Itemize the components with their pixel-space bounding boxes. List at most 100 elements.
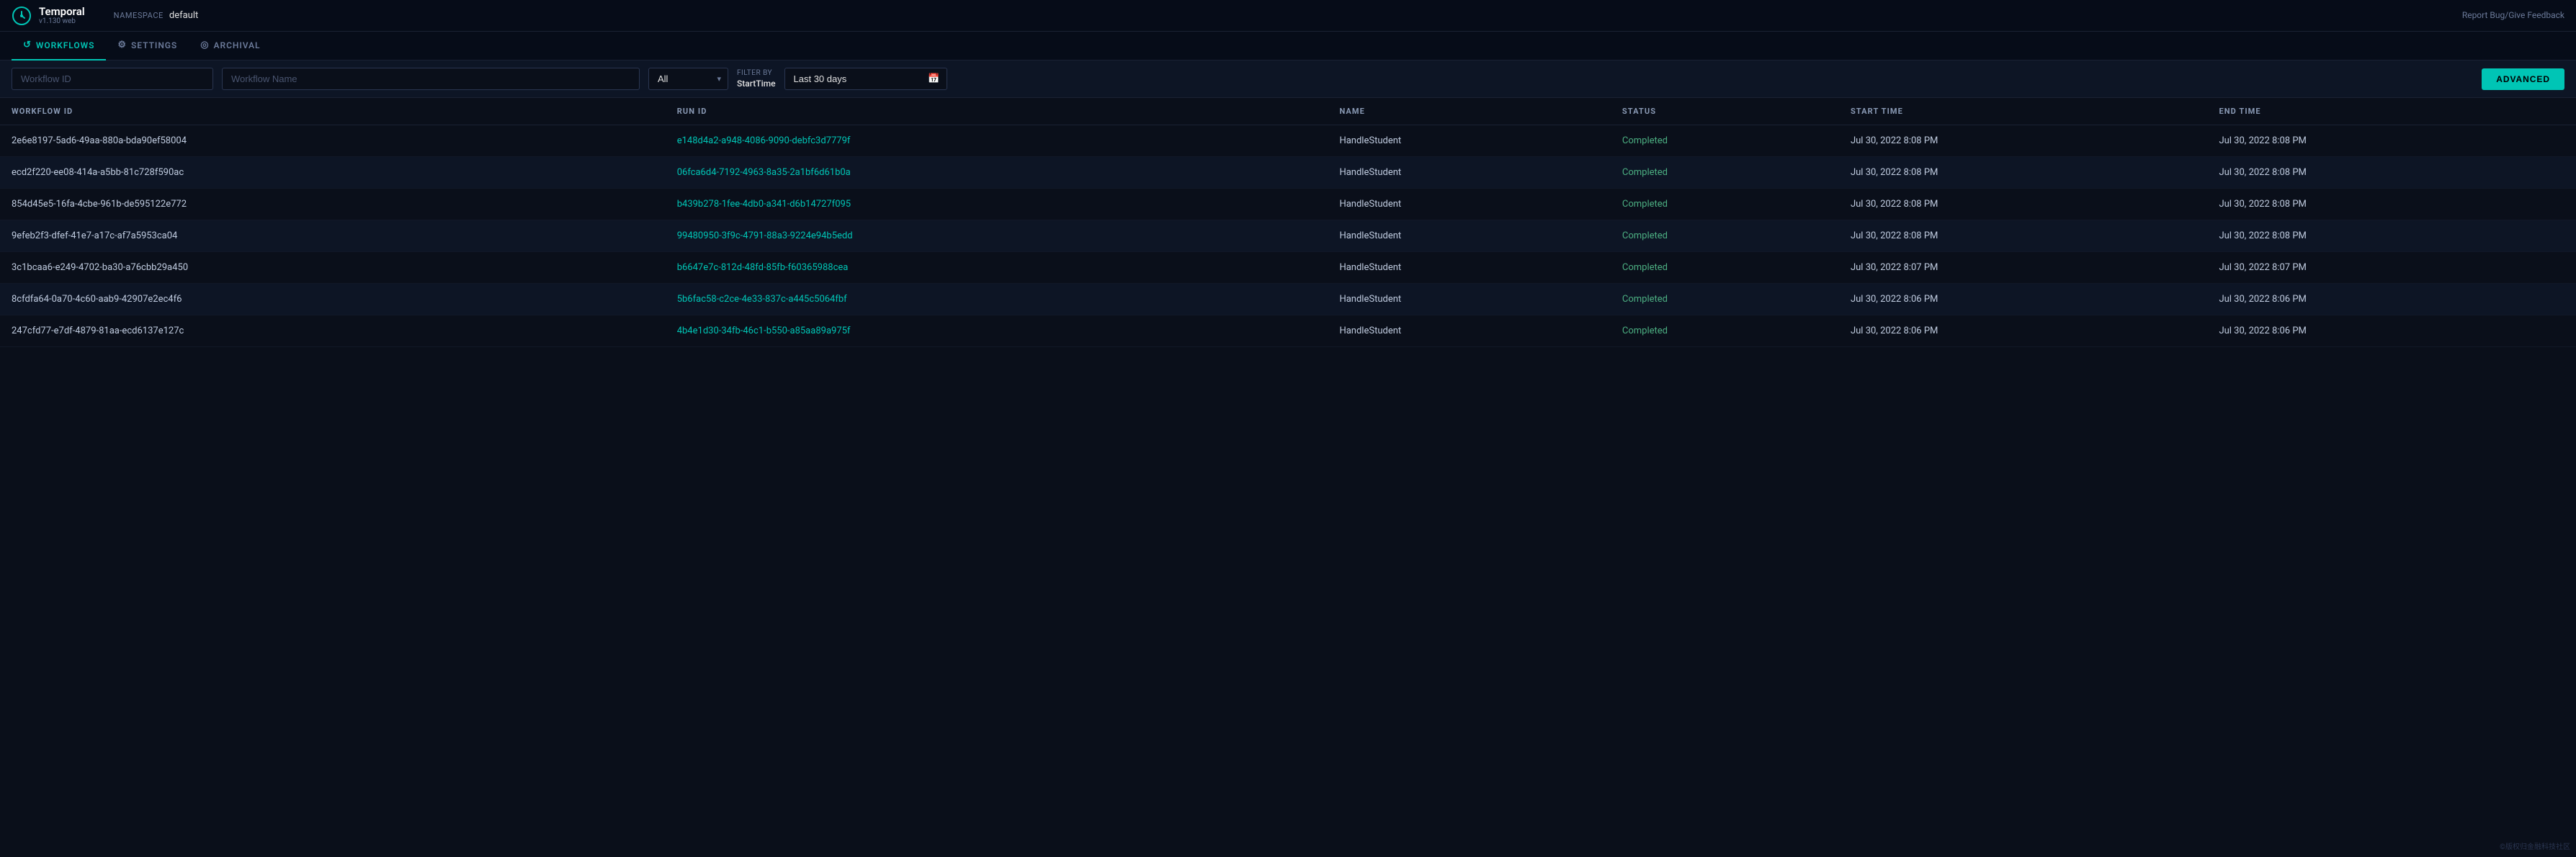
cell-end-time: Jul 30, 2022 8:08 PM: [2207, 157, 2576, 189]
cell-status: Completed: [1611, 125, 1839, 157]
col-header-end-time: END TIME: [2207, 98, 2576, 125]
cell-start-time: Jul 30, 2022 8:06 PM: [1839, 284, 2207, 315]
cell-name: HandleStudent: [1328, 125, 1610, 157]
table-header: WORKFLOW ID RUN ID NAME STATUS START TIM…: [0, 98, 2576, 125]
cell-status: Completed: [1611, 220, 1839, 252]
cell-start-time: Jul 30, 2022 8:08 PM: [1839, 220, 2207, 252]
nav-item-settings[interactable]: ⚙ SETTINGS: [106, 32, 189, 60]
cell-run-id: 06fca6d4-7192-4963-8a35-2a1bf6d61b0a: [666, 157, 1328, 189]
table-row[interactable]: 854d45e5-16fa-4cbe-961b-de595122e772 b439…: [0, 189, 2576, 220]
cell-workflow-id: 9efeb2f3-dfef-41e7-a17c-af7a5953ca04: [0, 220, 666, 252]
run-id-link[interactable]: b439b278-1fee-4db0-a341-d6b14727f095: [677, 199, 851, 210]
cell-run-id: e148d4a2-a948-4086-9090-debfc3d7779f: [666, 125, 1328, 157]
date-range-wrapper: 📅: [784, 68, 947, 90]
cell-workflow-id: 3c1bcaa6-e249-4702-ba30-a76cbb29a450: [0, 252, 666, 284]
cell-status: Completed: [1611, 252, 1839, 284]
cell-start-time: Jul 30, 2022 8:08 PM: [1839, 125, 2207, 157]
cell-start-time: Jul 30, 2022 8:06 PM: [1839, 315, 2207, 347]
cell-start-time: Jul 30, 2022 8:07 PM: [1839, 252, 2207, 284]
table-row[interactable]: 2e6e8197-5ad6-49aa-880a-bda90ef58004 e148…: [0, 125, 2576, 157]
cell-run-id: b6647e7c-812d-48fd-85fb-f60365988cea: [666, 252, 1328, 284]
status-select[interactable]: All Running Completed Failed Cancelled T…: [648, 68, 728, 90]
nav-item-archival[interactable]: ◎ ARCHIVAL: [189, 32, 272, 60]
run-id-link[interactable]: 06fca6d4-7192-4963-8a35-2a1bf6d61b0a: [677, 167, 851, 178]
cell-run-id: 99480950-3f9c-4791-88a3-9224e94b5edd: [666, 220, 1328, 252]
nav-label-archival: ARCHIVAL: [214, 40, 261, 50]
cell-end-time: Jul 30, 2022 8:06 PM: [2207, 315, 2576, 347]
cell-end-time: Jul 30, 2022 8:08 PM: [2207, 220, 2576, 252]
cell-status: Completed: [1611, 315, 1839, 347]
run-id-link[interactable]: 99480950-3f9c-4791-88a3-9224e94b5edd: [677, 230, 853, 241]
cell-workflow-id: 2e6e8197-5ad6-49aa-880a-bda90ef58004: [0, 125, 666, 157]
cell-name: HandleStudent: [1328, 220, 1610, 252]
top-nav: Temporal v1.130 web NAMESPACE default Re…: [0, 0, 2576, 32]
logo-area: Temporal v1.130 web: [12, 6, 85, 26]
cell-name: HandleStudent: [1328, 284, 1610, 315]
settings-icon: ⚙: [117, 40, 127, 50]
table-row[interactable]: 8cfdfa64-0a70-4c60-aab9-42907e2ec4f6 5b6f…: [0, 284, 2576, 315]
nav-label-workflows: WORKFLOWS: [36, 40, 95, 50]
secondary-nav: ↺ WORKFLOWS ⚙ SETTINGS ◎ ARCHIVAL: [0, 32, 2576, 60]
table-header-row: WORKFLOW ID RUN ID NAME STATUS START TIM…: [0, 98, 2576, 125]
col-header-run-id: RUN ID: [666, 98, 1328, 125]
run-id-link[interactable]: 4b4e1d30-34fb-46c1-b550-a85aa89a975f: [677, 326, 851, 336]
brand-version: v1.130 web: [39, 17, 85, 25]
run-id-link[interactable]: 5b6fac58-c2ce-4e33-837c-a445c5064fbf: [677, 294, 847, 305]
cell-workflow-id: 247cfd77-e7df-4879-81aa-ecd6137e127c: [0, 315, 666, 347]
cell-start-time: Jul 30, 2022 8:08 PM: [1839, 157, 2207, 189]
filter-by-section: Filter by StartTime: [737, 69, 776, 89]
table-row[interactable]: ecd2f220-ee08-414a-a5bb-81c728f590ac 06fc…: [0, 157, 2576, 189]
filter-by-label: Filter by: [737, 69, 776, 77]
date-range-input[interactable]: [784, 68, 947, 90]
nav-label-settings: SETTINGS: [131, 40, 177, 50]
workflow-name-input[interactable]: [222, 68, 640, 90]
top-nav-right: Report Bug/Give Feedback: [2462, 10, 2564, 21]
run-id-link[interactable]: e148d4a2-a948-4086-9090-debfc3d7779f: [677, 135, 851, 146]
filters-row: All Running Completed Failed Cancelled T…: [0, 60, 2576, 98]
cell-workflow-id: ecd2f220-ee08-414a-a5bb-81c728f590ac: [0, 157, 666, 189]
cell-run-id: b439b278-1fee-4db0-a341-d6b14727f095: [666, 189, 1328, 220]
workflow-id-input[interactable]: [12, 68, 213, 90]
brand-name: Temporal: [39, 6, 85, 18]
table-row[interactable]: 9efeb2f3-dfef-41e7-a17c-af7a5953ca04 9948…: [0, 220, 2576, 252]
cell-run-id: 4b4e1d30-34fb-46c1-b550-a85aa89a975f: [666, 315, 1328, 347]
cell-end-time: Jul 30, 2022 8:06 PM: [2207, 284, 2576, 315]
cell-workflow-id: 854d45e5-16fa-4cbe-961b-de595122e772: [0, 189, 666, 220]
cell-end-time: Jul 30, 2022 8:07 PM: [2207, 252, 2576, 284]
filter-by-value: StartTime: [737, 78, 776, 89]
cell-end-time: Jul 30, 2022 8:08 PM: [2207, 125, 2576, 157]
cell-name: HandleStudent: [1328, 157, 1610, 189]
archival-icon: ◎: [200, 40, 209, 50]
cell-end-time: Jul 30, 2022 8:08 PM: [2207, 189, 2576, 220]
cell-run-id: 5b6fac58-c2ce-4e33-837c-a445c5064fbf: [666, 284, 1328, 315]
report-bug-link[interactable]: Report Bug/Give Feedback: [2462, 10, 2564, 20]
run-id-link[interactable]: b6647e7c-812d-48fd-85fb-f60365988cea: [677, 262, 849, 273]
cell-name: HandleStudent: [1328, 189, 1610, 220]
workflows-icon: ↺: [23, 40, 32, 50]
watermark: ©版权归金融科技社区: [2500, 840, 2570, 851]
col-header-start-time: START TIME: [1839, 98, 2207, 125]
table-body: 2e6e8197-5ad6-49aa-880a-bda90ef58004 e148…: [0, 125, 2576, 347]
namespace-value: default: [169, 10, 198, 21]
col-header-status: STATUS: [1611, 98, 1839, 125]
table-row[interactable]: 247cfd77-e7df-4879-81aa-ecd6137e127c 4b4e…: [0, 315, 2576, 347]
cell-name: HandleStudent: [1328, 315, 1610, 347]
cell-status: Completed: [1611, 284, 1839, 315]
namespace-area: NAMESPACE default: [114, 10, 199, 21]
col-header-name: NAME: [1328, 98, 1610, 125]
cell-status: Completed: [1611, 157, 1839, 189]
namespace-label: NAMESPACE: [114, 11, 164, 20]
table-row[interactable]: 3c1bcaa6-e249-4702-ba30-a76cbb29a450 b664…: [0, 252, 2576, 284]
col-header-workflow-id: WORKFLOW ID: [0, 98, 666, 125]
workflows-table-container: WORKFLOW ID RUN ID NAME STATUS START TIM…: [0, 98, 2576, 347]
brand-text: Temporal v1.130 web: [39, 6, 85, 26]
temporal-logo-icon: [12, 6, 32, 26]
nav-item-workflows[interactable]: ↺ WORKFLOWS: [12, 32, 106, 60]
cell-status: Completed: [1611, 189, 1839, 220]
cell-workflow-id: 8cfdfa64-0a70-4c60-aab9-42907e2ec4f6: [0, 284, 666, 315]
advanced-button[interactable]: ADVANCED: [2482, 68, 2564, 90]
cell-name: HandleStudent: [1328, 252, 1610, 284]
cell-start-time: Jul 30, 2022 8:08 PM: [1839, 189, 2207, 220]
status-select-wrapper: All Running Completed Failed Cancelled T…: [648, 68, 728, 90]
workflows-table: WORKFLOW ID RUN ID NAME STATUS START TIM…: [0, 98, 2576, 347]
